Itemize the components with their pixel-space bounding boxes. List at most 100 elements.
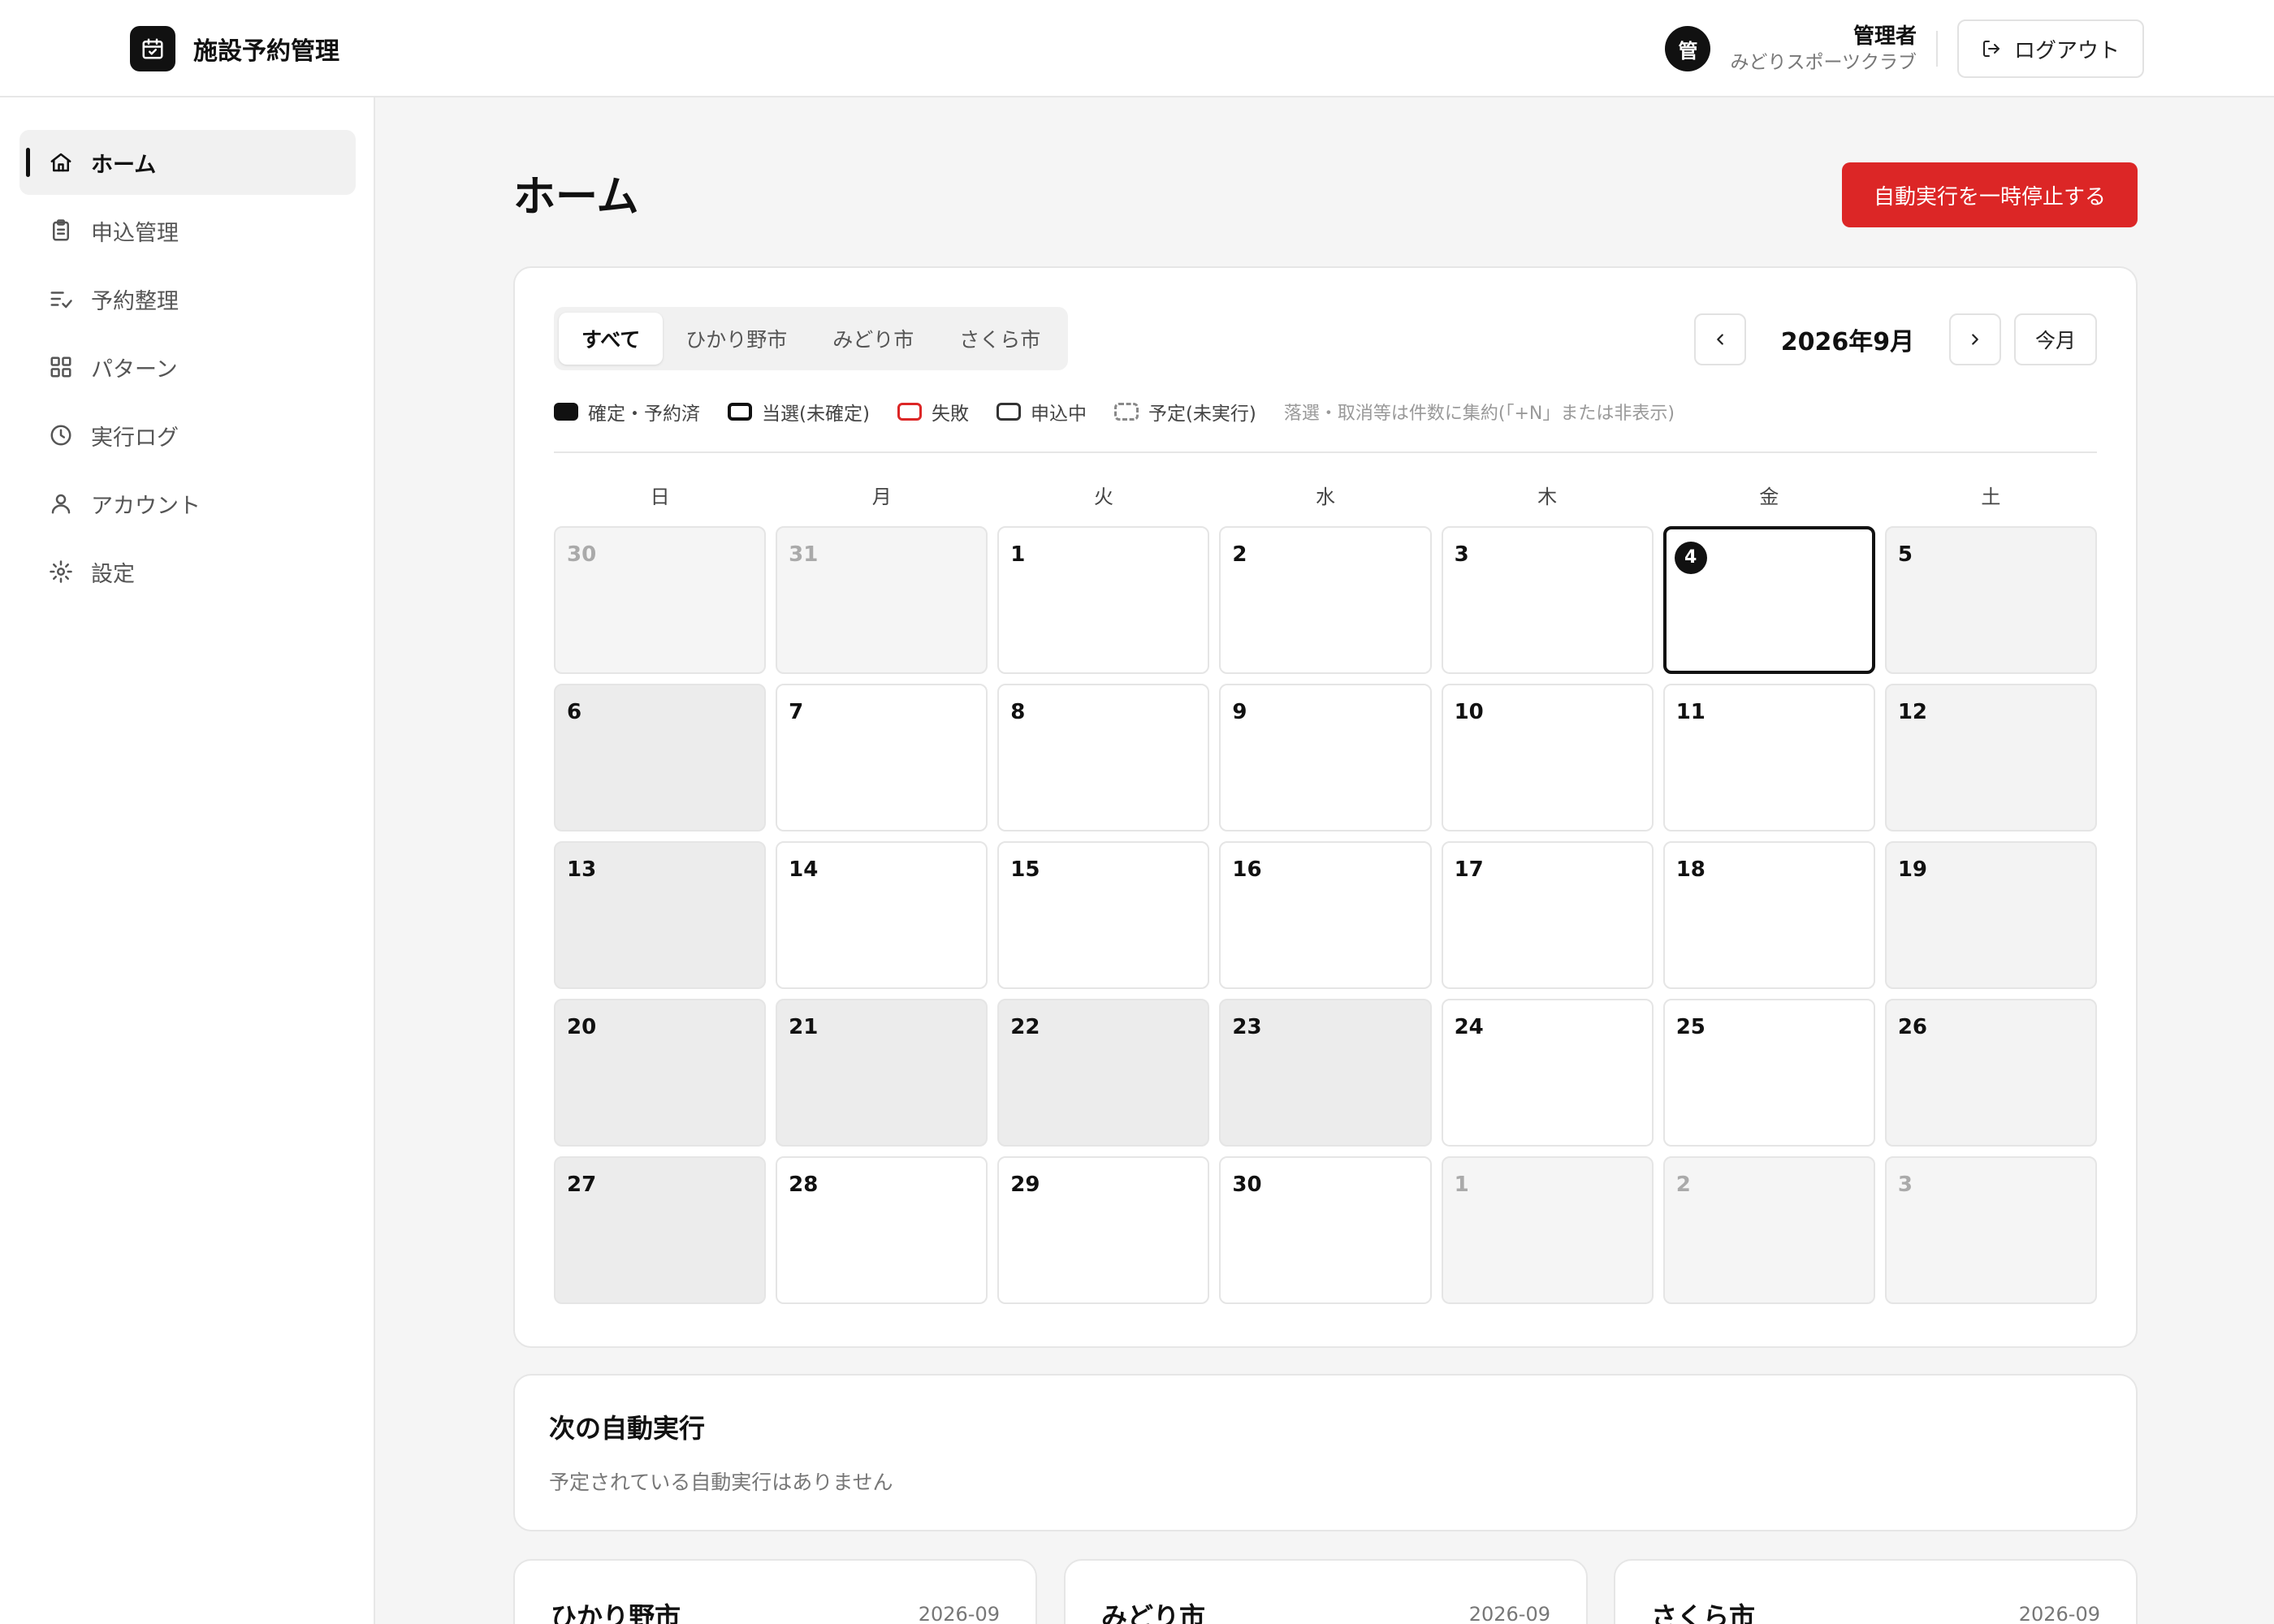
calendar-day[interactable]: 23 [1219, 999, 1432, 1147]
city-name: ひかり野市 [551, 1601, 681, 1624]
calendar-day[interactable]: 1 [997, 526, 1210, 674]
calendar-day[interactable]: 2 [1662, 1156, 1875, 1304]
calendar-day[interactable]: 22 [997, 999, 1210, 1147]
legend-swatch [728, 403, 752, 421]
calendar-day[interactable]: 11 [1662, 684, 1875, 831]
city-name: さくら市 [1651, 1601, 1756, 1624]
sidebar-item-label: 予約整理 [91, 288, 179, 314]
grid-icon [50, 356, 71, 378]
calendar-day[interactable]: 30 [554, 526, 767, 674]
legend-won: 当選(未確定) [728, 398, 870, 425]
calendar-day[interactable]: 18 [1662, 841, 1875, 989]
chevron-right-icon [1972, 334, 1978, 345]
calendar-day[interactable]: 6 [554, 684, 767, 831]
logout-icon [1982, 41, 1999, 57]
city-month: 2026-09 [918, 1603, 1000, 1624]
calendar-day[interactable]: 27 [554, 1156, 767, 1304]
sidebar-item-label: 申込管理 [91, 220, 179, 246]
day-number: 30 [567, 542, 597, 567]
prev-month-button[interactable] [1693, 313, 1746, 365]
sidebar-item-home[interactable]: ホーム [19, 130, 356, 195]
calendar-day[interactable]: 1 [1441, 1156, 1654, 1304]
day-number: 3 [1897, 1173, 1913, 1197]
day-number: 3 [1454, 542, 1469, 567]
calendar-day[interactable]: 17 [1441, 841, 1654, 989]
legend-confirmed: 確定・予約済 [554, 398, 700, 425]
legend-label: 確定・予約済 [588, 404, 700, 425]
city-card-midori[interactable]: みどり市 2026-09 [1064, 1559, 1588, 1624]
legend-note: 落選・取消等は件数に集約(「+N」または非表示) [1283, 404, 1675, 424]
tab-all[interactable]: すべて [559, 313, 664, 365]
sidebar-nav: ホーム 申込管理 予約整理 パターン 実行ログ アカウント 設定 [19, 130, 356, 607]
sidebar-item-account[interactable]: アカウント [19, 471, 356, 536]
day-number: 31 [789, 542, 819, 567]
calendar-card: すべて ひかり野市 みどり市 さくら市 2026年9月 今月 確定・予約済 当選… [513, 266, 2138, 1348]
clipboard-icon [53, 219, 69, 241]
tab-sakura[interactable]: さくら市 [936, 313, 1063, 365]
day-number: 10 [1454, 700, 1484, 724]
avatar: 管 [1665, 26, 1711, 71]
city-card-hikarino[interactable]: ひかり野市 2026-09 [513, 1559, 1037, 1624]
city-card-sakura[interactable]: さくら市 2026-09 [1614, 1559, 2138, 1624]
calendar-day[interactable]: 13 [554, 841, 767, 989]
calendar-day[interactable]: 3 [1884, 1156, 2097, 1304]
day-number: 17 [1454, 857, 1484, 882]
legend-label: 予定(未実行) [1148, 404, 1256, 425]
calendar-day-today[interactable]: 4 [1662, 526, 1875, 674]
calendar-day[interactable]: 12 [1884, 684, 2097, 831]
calendar-day[interactable]: 21 [776, 999, 988, 1147]
calendar-day[interactable]: 14 [776, 841, 988, 989]
sidebar-item-label: 実行ログ [91, 425, 179, 451]
weekday-label: 日 [650, 486, 670, 508]
pause-auto-run-button[interactable]: 自動実行を一時停止する [1842, 162, 2138, 227]
logout-label: ログアウト [2013, 38, 2120, 63]
day-number: 14 [789, 857, 819, 882]
month-navigation: 2026年9月 今月 [1693, 313, 2097, 365]
calendar-day[interactable]: 31 [776, 526, 988, 674]
next-run-card: 次の自動実行 予定されている自動実行はありません [513, 1374, 2138, 1531]
next-month-button[interactable] [1948, 313, 2001, 365]
calendar-day[interactable]: 10 [1441, 684, 1654, 831]
tab-midori[interactable]: みどり市 [810, 313, 936, 365]
calendar-day[interactable]: 2 [1219, 526, 1432, 674]
weekday-label: 木 [1537, 486, 1558, 508]
sidebar-item-applications[interactable]: 申込管理 [19, 198, 356, 263]
day-number: 22 [1010, 1015, 1040, 1039]
sidebar-item-reservations[interactable]: 予約整理 [19, 266, 356, 331]
day-number: 1 [1010, 542, 1026, 567]
divider [554, 451, 2097, 453]
current-month-label: 2026年9月 [1780, 328, 1915, 356]
brand[interactable]: 施設予約管理 [130, 26, 339, 71]
calendar-day[interactable]: 29 [997, 1156, 1210, 1304]
calendar-day[interactable]: 9 [1219, 684, 1432, 831]
calendar-day[interactable]: 30 [1219, 1156, 1432, 1304]
calendar-day[interactable]: 26 [1884, 999, 2097, 1147]
calendar-day[interactable]: 19 [1884, 841, 2097, 989]
home-icon [50, 153, 71, 172]
calendar-day[interactable]: 3 [1441, 526, 1654, 674]
calendar-day[interactable]: 15 [997, 841, 1210, 989]
user-area: 管 管理者 みどりスポーツクラブ ログアウト [1665, 19, 2144, 78]
city-name: みどり市 [1101, 1601, 1206, 1624]
calendar-day[interactable]: 24 [1441, 999, 1654, 1147]
calendar-day[interactable]: 25 [1662, 999, 1875, 1147]
sidebar-item-logs[interactable]: 実行ログ [19, 403, 356, 468]
calendar-day[interactable]: 16 [1219, 841, 1432, 989]
sidebar-item-settings[interactable]: 設定 [19, 539, 356, 604]
sidebar-item-label: パターン [91, 356, 178, 382]
this-month-button[interactable]: 今月 [2013, 313, 2097, 365]
calendar-day[interactable]: 28 [776, 1156, 988, 1304]
user-info: 管理者 みどりスポーツクラブ [1730, 23, 1917, 75]
logout-button[interactable]: ログアウト [1956, 19, 2144, 78]
calendar-day[interactable]: 8 [997, 684, 1210, 831]
sidebar-item-patterns[interactable]: パターン [19, 335, 356, 400]
legend-label: 失敗 [931, 404, 969, 425]
day-number: 28 [789, 1173, 819, 1197]
calendar-day[interactable]: 5 [1884, 526, 2097, 674]
sidebar: ホーム 申込管理 予約整理 パターン 実行ログ アカウント 設定 [0, 97, 375, 1624]
calendar-day[interactable]: 7 [776, 684, 988, 831]
calendar-day[interactable]: 20 [554, 999, 767, 1147]
day-number: 7 [789, 700, 804, 724]
day-number: 4 [1674, 541, 1707, 574]
tab-hikarino[interactable]: ひかり野市 [663, 313, 810, 365]
